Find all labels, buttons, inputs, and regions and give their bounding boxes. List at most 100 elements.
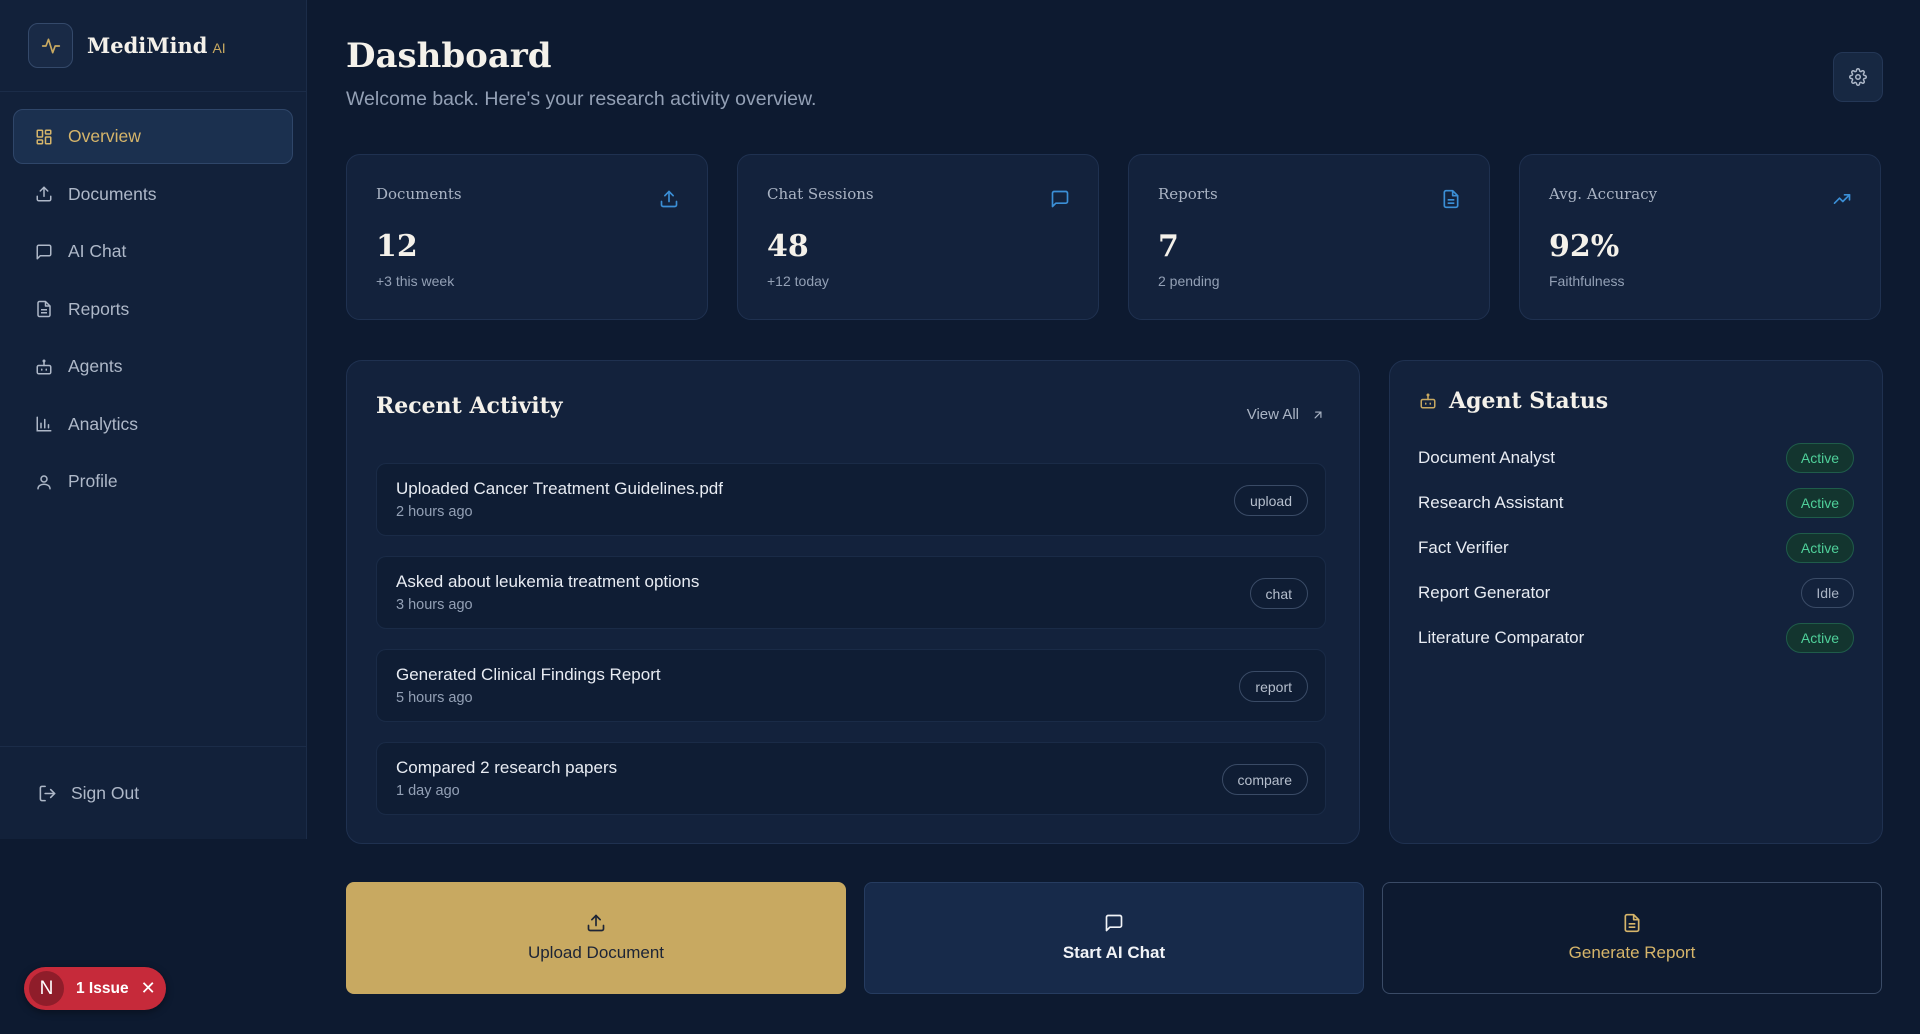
gear-icon xyxy=(1849,68,1867,86)
status-badge: Idle xyxy=(1801,578,1854,608)
stat-label: Documents xyxy=(376,185,462,203)
agent-name: Report Generator xyxy=(1418,583,1551,602)
recent-activity-panel: Recent Activity View All Uploaded Cancer… xyxy=(346,360,1360,844)
sidebar-item-label: Agents xyxy=(68,356,123,376)
activity-tag: report xyxy=(1239,671,1308,702)
issue-avatar: N xyxy=(29,971,64,1006)
stat-value: 7 xyxy=(1158,229,1179,264)
chat-icon xyxy=(36,244,52,259)
agent-row: Literature Comparator Active xyxy=(1418,623,1854,653)
stat-value: 92% xyxy=(1549,229,1620,264)
stat-sub: +12 today xyxy=(767,273,829,289)
activity-tag: chat xyxy=(1249,578,1308,609)
activity-time: 2 hours ago xyxy=(396,504,473,520)
brand-suffix: AI xyxy=(212,39,226,56)
status-badge: Active xyxy=(1785,533,1854,563)
activity-title: Generated Clinical Findings Report xyxy=(396,665,661,684)
sidebar-item-overview[interactable]: Overview xyxy=(13,109,293,164)
stat-label: Reports xyxy=(1158,185,1218,203)
grid-icon xyxy=(36,129,52,144)
activity-item[interactable]: Generated Clinical Findings Report 5 hou… xyxy=(376,649,1326,722)
sidebar-item-label: Overview xyxy=(68,126,141,146)
sidebar-item-label: Analytics xyxy=(68,413,139,434)
stat-sub: Faithfulness xyxy=(1549,273,1625,289)
generate-report-button[interactable]: Generate Report xyxy=(1382,882,1882,994)
sidebar-footer: Sign Out xyxy=(0,746,306,839)
sidebar-item-label: AI Chat xyxy=(68,241,127,261)
sign-out-label: Sign Out xyxy=(71,782,140,803)
stat-card-reports: Reports 7 2 pending xyxy=(1128,154,1490,320)
button-label: Generate Report xyxy=(1568,943,1696,962)
sidebar-item-label: Reports xyxy=(68,298,130,319)
bot-icon xyxy=(1420,393,1436,409)
chat-icon xyxy=(1105,914,1123,932)
button-label: Upload Document xyxy=(527,943,665,962)
trending-up-icon xyxy=(1833,194,1851,204)
sidebar-nav: Overview Documents AI Chat Reports Agent… xyxy=(0,92,306,509)
status-badge: Active xyxy=(1785,443,1854,473)
issue-badge[interactable]: N 1 Issue ✕ xyxy=(24,967,166,1010)
stat-value: 48 xyxy=(767,229,809,264)
agent-name: Literature Comparator xyxy=(1418,628,1585,647)
agent-row: Document Analyst Active xyxy=(1418,443,1854,473)
log-out-icon xyxy=(39,785,56,801)
stat-card-documents: Documents 12 +3 this week xyxy=(346,154,708,320)
stat-card-accuracy: Avg. Accuracy 92% Faithfulness xyxy=(1519,154,1881,320)
activity-title: Uploaded Cancer Treatment Guidelines.pdf xyxy=(396,479,723,498)
activity-tag: compare xyxy=(1221,764,1308,795)
activity-item[interactable]: Compared 2 research papers 1 day ago com… xyxy=(376,742,1326,815)
close-icon[interactable]: ✕ xyxy=(141,978,156,999)
arrow-up-right-icon xyxy=(1314,411,1322,418)
bot-icon xyxy=(36,359,52,374)
sidebar-item-profile[interactable]: Profile xyxy=(13,454,293,509)
start-ai-chat-button[interactable]: Start AI Chat xyxy=(864,882,1364,994)
document-icon xyxy=(1443,189,1459,209)
status-badge: Active xyxy=(1785,623,1854,653)
brand-name: MediMind xyxy=(87,33,208,58)
page-title: Dashboard xyxy=(346,36,552,76)
activity-item[interactable]: Uploaded Cancer Treatment Guidelines.pdf… xyxy=(376,463,1326,536)
activity-pulse-icon xyxy=(28,23,73,68)
agent-status-header: Agent Status xyxy=(1419,388,1608,414)
sidebar-item-agents[interactable]: Agents xyxy=(13,339,293,394)
sidebar-item-ai-chat[interactable]: AI Chat xyxy=(13,224,293,279)
brand[interactable]: MediMind AI xyxy=(0,0,306,92)
document-icon xyxy=(1624,913,1640,933)
activity-item[interactable]: Asked about leukemia treatment options 3… xyxy=(376,556,1326,629)
sidebar-item-analytics[interactable]: Analytics xyxy=(13,397,293,452)
agent-name: Document Analyst xyxy=(1418,448,1556,467)
activity-tag: upload xyxy=(1233,485,1308,516)
sidebar: MediMind AI Overview Documents AI Chat R… xyxy=(0,0,307,839)
stat-sub: 2 pending xyxy=(1158,273,1220,289)
activity-time: 1 day ago xyxy=(396,783,460,799)
page-subtitle: Welcome back. Here's your research activ… xyxy=(346,88,817,110)
panel-title: Recent Activity xyxy=(376,393,563,419)
upload-document-button[interactable]: Upload Document xyxy=(346,882,846,994)
agent-status-panel: Agent Status Document Analyst Active Res… xyxy=(1389,360,1883,844)
view-all-link[interactable]: View All xyxy=(1247,406,1325,423)
activity-title: Asked about leukemia treatment options xyxy=(396,572,700,591)
activity-time: 3 hours ago xyxy=(396,597,473,613)
activity-title: Compared 2 research papers xyxy=(396,758,618,777)
sidebar-item-documents[interactable]: Documents xyxy=(13,167,293,222)
stat-label: Avg. Accuracy xyxy=(1549,185,1658,203)
settings-button[interactable] xyxy=(1833,52,1883,102)
agent-row: Report Generator Idle xyxy=(1418,578,1854,608)
stat-card-chat-sessions: Chat Sessions 48 +12 today xyxy=(737,154,1099,320)
stat-label: Chat Sessions xyxy=(767,185,874,203)
button-label: Start AI Chat xyxy=(1062,943,1166,962)
agent-name: Research Assistant xyxy=(1418,493,1564,512)
chat-icon xyxy=(1051,190,1069,208)
view-all-label: View All xyxy=(1246,406,1299,423)
sign-out-button[interactable]: Sign Out xyxy=(38,783,139,804)
issue-label: 1 Issue xyxy=(76,979,129,997)
bar-chart-icon xyxy=(36,416,52,432)
agent-row: Research Assistant Active xyxy=(1418,488,1854,518)
sidebar-item-label: Profile xyxy=(68,471,118,491)
user-icon xyxy=(37,474,51,489)
activity-time: 5 hours ago xyxy=(396,690,473,706)
document-icon xyxy=(37,300,51,318)
sidebar-item-reports[interactable]: Reports xyxy=(13,282,293,337)
agent-row: Fact Verifier Active xyxy=(1418,533,1854,563)
upload-icon xyxy=(587,914,605,932)
